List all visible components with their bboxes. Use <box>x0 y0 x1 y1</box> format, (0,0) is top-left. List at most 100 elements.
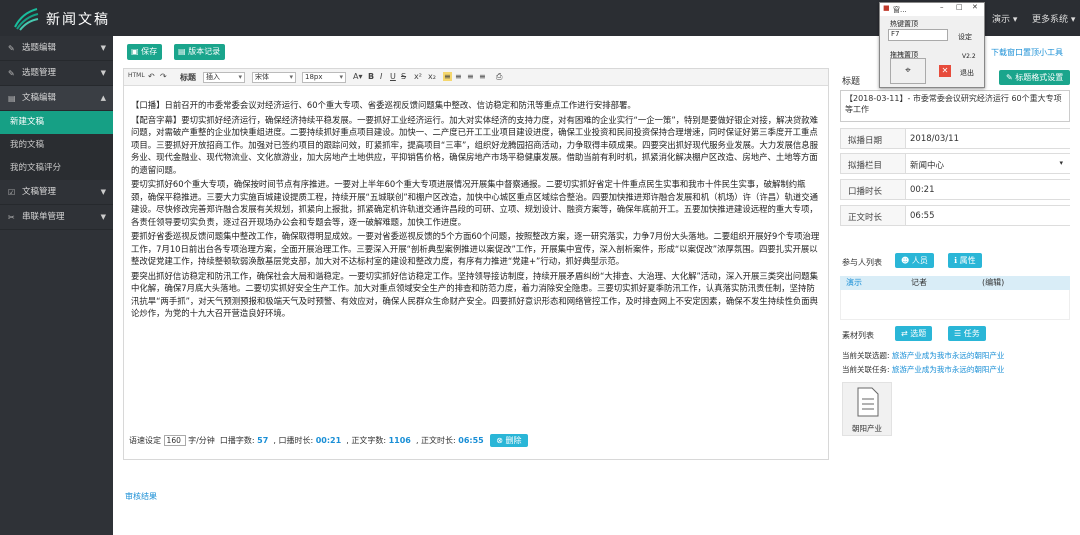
more-systems-menu[interactable]: 更多系统 ▾ <box>1032 12 1075 25</box>
text-time-label: 正文时长 <box>421 436 454 445</box>
download-tool-link[interactable]: 下载窗口置顶小工具 <box>991 47 1063 58</box>
app-icon: ■ <box>883 4 890 12</box>
wrench-icon: ✂ <box>8 213 15 222</box>
bold-icon[interactable]: B <box>368 72 374 81</box>
sidebar-item-label: 文稿编辑 <box>22 93 57 103</box>
sidebar-item-rundown-manage[interactable]: ✂ 串联单管理 ▼ <box>0 205 113 230</box>
version-history-button[interactable]: ▤ 版本记录 <box>174 44 226 60</box>
link-icon: ⇄ <box>901 329 911 338</box>
air-date-input[interactable]: 2018/03/11 <box>905 129 1070 148</box>
crosshair-drag-target[interactable]: ⌖ <box>890 58 926 84</box>
sidebar-subitem-new-manuscript[interactable]: 新建文稿 <box>0 111 113 134</box>
set-hotkey-button[interactable]: 设定 <box>958 32 972 42</box>
voice-count-value: 57 <box>257 436 269 445</box>
align-left-icon[interactable]: ≡ <box>443 72 452 81</box>
italic-icon[interactable]: I <box>380 72 382 81</box>
delete-label: 删除 <box>505 436 522 445</box>
topic-button[interactable]: ⇄ 选题 <box>895 326 933 341</box>
redo-icon[interactable]: ↷ <box>160 72 167 81</box>
paragraph: 要突出抓好信访稳定和防汛工作，确保社会大局和谐稳定。一要切实抓好信访稳定工作。坚… <box>131 270 819 319</box>
sidebar-item-manuscript-manage[interactable]: ☑ 文稿管理 ▼ <box>0 180 113 205</box>
maximize-icon[interactable]: □ <box>956 3 963 11</box>
pin-tool-titlebar[interactable]: ■ 窗... – □ ✕ <box>880 3 984 16</box>
current-topic-link[interactable]: 旅游产业成为我市永远的朝阳产业 <box>892 351 1005 360</box>
font-color-icon[interactable]: A▾ <box>353 72 363 81</box>
voice-time-field: 口播时长 00:21 <box>840 179 1070 200</box>
save-button[interactable]: ▣ 保存 <box>127 44 163 60</box>
user-menu[interactable]: 演示 ▾ <box>992 12 1017 25</box>
exit-icon[interactable]: ✕ <box>939 65 951 77</box>
sidebar-item-manuscript-edit[interactable]: ▤ 文稿编辑 ▲ <box>0 86 113 111</box>
text-count-label: 正文字数 <box>351 436 384 445</box>
task-label: 任务 <box>963 329 980 338</box>
grid-icon: ✎ <box>8 69 15 78</box>
air-date-field: 拟播日期 2018/03/11 <box>840 128 1070 149</box>
undo-icon[interactable]: ↶ <box>148 72 155 81</box>
editor-toolbar: HTML ↶ ↷ 标题 插入 宋体 18px A▾ B I U S x² x₂ … <box>124 69 828 86</box>
text-time-field: 正文时长 06:55 <box>840 205 1070 226</box>
text-count-value: 1106 <box>388 436 411 445</box>
exit-label[interactable]: 退出 <box>960 68 974 78</box>
text-time-value: 06:55 <box>458 436 484 445</box>
text-time-field-label: 正文时长 <box>848 213 883 223</box>
sidebar-subitem-my-scores[interactable]: 我的文稿评分 <box>0 157 113 180</box>
rich-text-editor[interactable]: HTML ↶ ↷ 标题 插入 宋体 18px A▾ B I U S x² x₂ … <box>123 68 829 460</box>
align-center-icon[interactable]: ≡ <box>455 72 462 81</box>
current-task-link[interactable]: 旅游产业成为我市永远的朝阳产业 <box>892 365 1005 374</box>
chevron-up-icon: ▲ <box>100 94 106 102</box>
word-count-bar: 语速设定 160 字/分钟 口播字数: 57 , 口播时长: 00:21 , 正… <box>129 434 528 447</box>
sidebar-item-topic-edit[interactable]: ✎ 选题编辑 ▼ <box>0 36 113 61</box>
minimize-icon[interactable]: – <box>940 3 944 11</box>
hotkey-label: 热键置顶 <box>890 20 918 28</box>
save-label: 保存 <box>141 47 158 56</box>
grid-icon: ✎ <box>8 44 15 53</box>
print-icon[interactable]: ⎙ <box>496 72 502 82</box>
close-icon[interactable]: ✕ <box>972 3 978 11</box>
strikethrough-icon[interactable]: S <box>401 72 406 81</box>
align-justify-icon[interactable]: ≡ <box>479 72 486 81</box>
column-select[interactable]: 新闻中心 <box>905 154 1070 173</box>
review-result-link[interactable]: 审核结果 <box>125 491 157 502</box>
attributes-label: 属性 <box>959 256 976 265</box>
speed-input[interactable]: 160 <box>163 435 186 446</box>
material-file-card[interactable]: 朝阳产业 <box>842 382 892 436</box>
person-label: 人员 <box>911 256 928 265</box>
paragraph: 要切实抓好60个重大专项，确保按时间节点有序推进。一要对上半年60个重大专项进展… <box>131 179 819 227</box>
task-button[interactable]: ☰ 任务 <box>948 326 986 341</box>
underline-icon[interactable]: U <box>390 72 396 81</box>
chevron-down-icon: ▼ <box>100 69 106 77</box>
chevron-down-icon: ▼ <box>100 44 106 52</box>
delete-icon: ⊗ <box>496 436 506 445</box>
insert-select[interactable]: 插入 <box>203 72 245 83</box>
pin-tool-title: 窗... <box>893 6 907 14</box>
heading-button[interactable]: 标题 <box>180 72 196 83</box>
font-size-select[interactable]: 18px <box>302 72 346 83</box>
superscript-icon[interactable]: x² <box>414 72 422 81</box>
align-right-icon[interactable]: ≡ <box>467 72 474 81</box>
sidebar-item-label: 选题编辑 <box>22 43 57 53</box>
title-textarea[interactable]: 【2018-03-11】- 市委常委会议研究经济运行 60个重大专项等工作 <box>840 90 1070 122</box>
sidebar: ✎ 选题编辑 ▼ ✎ 选题管理 ▼ ▤ 文稿编辑 ▲ 新建文稿 我的文稿 我的文稿评分 ☑ 文… <box>0 36 113 535</box>
participants-label: 参与人列表 <box>842 258 882 267</box>
editor-content[interactable]: 【口播】日前召开的市委常委会议对经济运行、60个重大专项、省委巡视反馈问题集中整… <box>131 99 821 322</box>
hotkey-input[interactable]: F7 <box>888 29 948 41</box>
file-icon <box>857 387 879 417</box>
column-label: 拟播栏目 <box>848 161 883 171</box>
subscript-icon[interactable]: x₂ <box>428 72 436 81</box>
current-topic-label: 当前关联选题: <box>842 351 890 360</box>
delete-button[interactable]: ⊗ 删除 <box>490 434 528 447</box>
voice-time-value: 00:21 <box>315 436 342 445</box>
title-style-button[interactable]: ✎ 标题格式设置 <box>999 70 1071 85</box>
list-icon: ▤ <box>178 47 189 56</box>
sidebar-item-topic-manage[interactable]: ✎ 选题管理 ▼ <box>0 61 113 86</box>
pin-tool-window: ■ 窗... – □ ✕ 热键置顶 F7 设定 拖拽置顶 ⌖ V2.2 ✕ 退出 <box>879 2 985 88</box>
version-label: V2.2 <box>962 53 976 60</box>
attributes-button[interactable]: ℹ 属性 <box>948 253 982 268</box>
air-date-label: 拟播日期 <box>848 136 883 146</box>
html-icon[interactable]: HTML <box>128 72 145 79</box>
topic-label: 选题 <box>910 329 927 338</box>
sidebar-subitem-my-manuscripts[interactable]: 我的文稿 <box>0 134 113 157</box>
add-person-button[interactable]: ☻ 人员 <box>895 253 934 268</box>
font-family-select[interactable]: 宋体 <box>252 72 296 83</box>
chevron-down-icon: ▼ <box>100 213 106 221</box>
